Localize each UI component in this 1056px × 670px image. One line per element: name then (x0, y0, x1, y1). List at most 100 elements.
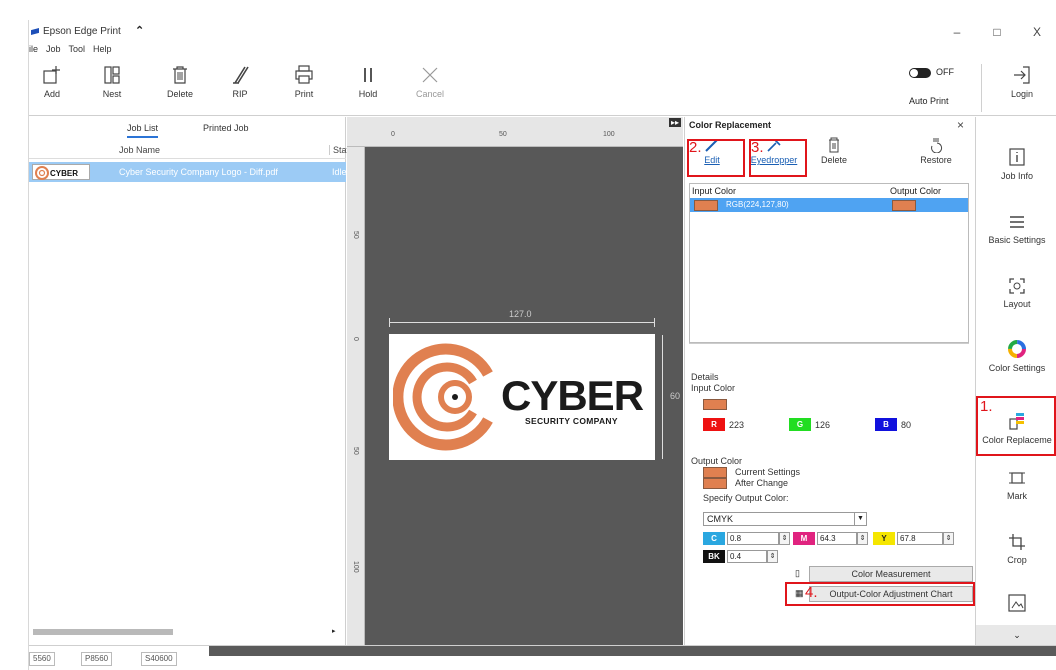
restore-icon (931, 138, 943, 153)
hold-label: Hold (358, 89, 378, 99)
menu-file[interactable]: ile (29, 44, 38, 58)
printer-status-1[interactable]: 5560 (29, 652, 55, 666)
delete-label: Delete (166, 89, 193, 99)
vertical-ruler: 50 0 50 100 (347, 147, 365, 645)
image-icon (1008, 594, 1026, 612)
horizontal-ruler: 0 50 100 ▸▸ (347, 117, 683, 147)
layout-canvas[interactable]: 0 50 100 ▸▸ 50 0 50 100 127.0 60 CYBER S… (347, 117, 683, 645)
pause-icon (364, 68, 372, 82)
menu-job[interactable]: Job (46, 44, 61, 58)
annotation-number-2: 2. (689, 139, 702, 156)
printer-status-3[interactable]: S40600 (141, 652, 177, 666)
nest-icon (104, 66, 120, 84)
job-name: Cyber Security Company Logo - Diff.pdf (119, 167, 278, 177)
collapse-ribbon-icon[interactable]: ⌃ (135, 24, 144, 37)
sidebar-scroll-down[interactable]: ⌄ (976, 625, 1056, 645)
job-list-hscroll-thumb[interactable] (33, 629, 173, 635)
nest-label: Nest (102, 89, 122, 99)
login-button[interactable]: Login (999, 64, 1045, 99)
c-value-input[interactable]: 0.8 (727, 532, 779, 545)
print-label: Print (294, 89, 314, 99)
c-spinner[interactable]: ⇕ (779, 532, 790, 545)
ruler-tick: 100 (352, 561, 359, 573)
table-row[interactable]: RGB(224,127,80) (690, 198, 968, 212)
status-bar: 5560 P8560 S40600 (29, 645, 1056, 670)
sidebar-item-layout[interactable]: Layout (976, 277, 1056, 309)
sidebar-item-more[interactable] (976, 593, 1056, 617)
y-spinner[interactable]: ⇕ (943, 532, 954, 545)
after-output-swatch (703, 478, 727, 489)
expand-panel-icon[interactable]: ▸▸ (669, 118, 682, 127)
menu-tool[interactable]: Tool (69, 44, 86, 58)
auto-print-toggle[interactable] (909, 68, 931, 78)
mark-icon (1009, 472, 1025, 484)
output-color-swatch (892, 200, 916, 211)
logo-tagline: SECURITY COMPANY (525, 416, 618, 426)
menu-help[interactable]: Help (93, 44, 112, 58)
maximize-button[interactable]: □ (989, 25, 1005, 39)
print-button[interactable]: Print (281, 64, 327, 99)
r-value: 223 (729, 420, 745, 430)
tab-printed-job[interactable]: Printed Job (203, 123, 249, 133)
table-row[interactable]: CYBER Cyber Security Company Logo - Diff… (29, 162, 347, 182)
sidebar-item-color-settings[interactable]: Color Settings (976, 339, 1056, 373)
trash-icon (829, 137, 839, 153)
cancel-button[interactable]: Cancel (407, 64, 453, 99)
svg-text:CYBER: CYBER (50, 169, 78, 178)
delete-color-button[interactable]: Delete (809, 137, 859, 165)
rip-label: RIP (232, 89, 248, 99)
list-icon (1010, 216, 1024, 228)
add-button[interactable]: Add (29, 64, 75, 99)
job-thumbnail: CYBER (32, 164, 90, 180)
trash-icon (173, 66, 187, 84)
ruler-tick: 0 (391, 131, 395, 138)
column-job-name[interactable]: Job Name (119, 145, 160, 155)
current-settings-label: Current Settings (735, 467, 801, 477)
toolbar-divider (981, 64, 982, 112)
bk-spinner[interactable]: ⇕ (767, 550, 778, 563)
width-dimension-line (389, 318, 655, 327)
menu-bar: ile Job Tool Help (29, 44, 112, 58)
sidebar-item-basic-settings[interactable]: Basic Settings (976, 213, 1056, 245)
panel-close-button[interactable]: × (957, 118, 964, 132)
input-color-label: Input Color (691, 383, 736, 393)
y-value-input[interactable]: 67.8 (897, 532, 943, 545)
m-value-input[interactable]: 64.3 (817, 532, 857, 545)
minimize-button[interactable]: – (949, 25, 965, 39)
nest-button[interactable]: Nest (89, 64, 135, 99)
column-status[interactable]: Stat (329, 145, 349, 155)
sidebar-item-job-info[interactable]: Job Info (976, 147, 1056, 181)
annotation-number-1: 1. (980, 398, 993, 415)
ruler-tick: 50 (499, 131, 507, 138)
width-dimension-label: 127.0 (509, 309, 532, 319)
tab-job-list[interactable]: Job List (127, 123, 159, 138)
ruler-tick: 50 (352, 231, 359, 239)
color-wheel-icon (1008, 340, 1026, 358)
login-icon (1014, 66, 1030, 84)
sidebar-item-crop[interactable]: Crop (976, 533, 1056, 565)
annotation-number-4: 4. (805, 584, 818, 601)
printer-status-2[interactable]: P8560 (81, 652, 113, 666)
close-button[interactable]: X (1029, 25, 1045, 39)
column-output-color: Output Color (890, 186, 942, 196)
color-measurement-button[interactable]: Color Measurement (809, 566, 973, 582)
sidebar-item-mark[interactable]: Mark (976, 469, 1056, 501)
c-channel-label: C (703, 532, 725, 545)
scroll-right-icon[interactable]: ▸ (332, 627, 336, 635)
output-color-mode-select[interactable]: CMYK ▼ (703, 512, 867, 526)
after-change-label: After Change (735, 478, 789, 488)
bk-value-input[interactable]: 0.4 (727, 550, 767, 563)
y-channel-label: Y (873, 532, 895, 545)
height-dimension-label: 60 (670, 391, 681, 401)
hold-button[interactable]: Hold (345, 64, 391, 99)
table-header: Input Color Output Color (690, 184, 968, 198)
details-input-swatch (703, 399, 727, 410)
m-spinner[interactable]: ⇕ (857, 532, 868, 545)
job-design-preview[interactable]: CYBER SECURITY COMPANY (389, 334, 655, 460)
column-input-color: Input Color (692, 186, 737, 196)
delete-button[interactable]: Delete (157, 64, 203, 99)
crop-icon (1009, 534, 1025, 550)
window-title: Epson Edge Print (43, 26, 121, 37)
restore-button[interactable]: Restore (911, 137, 961, 165)
rip-button[interactable]: RIP (217, 64, 263, 99)
